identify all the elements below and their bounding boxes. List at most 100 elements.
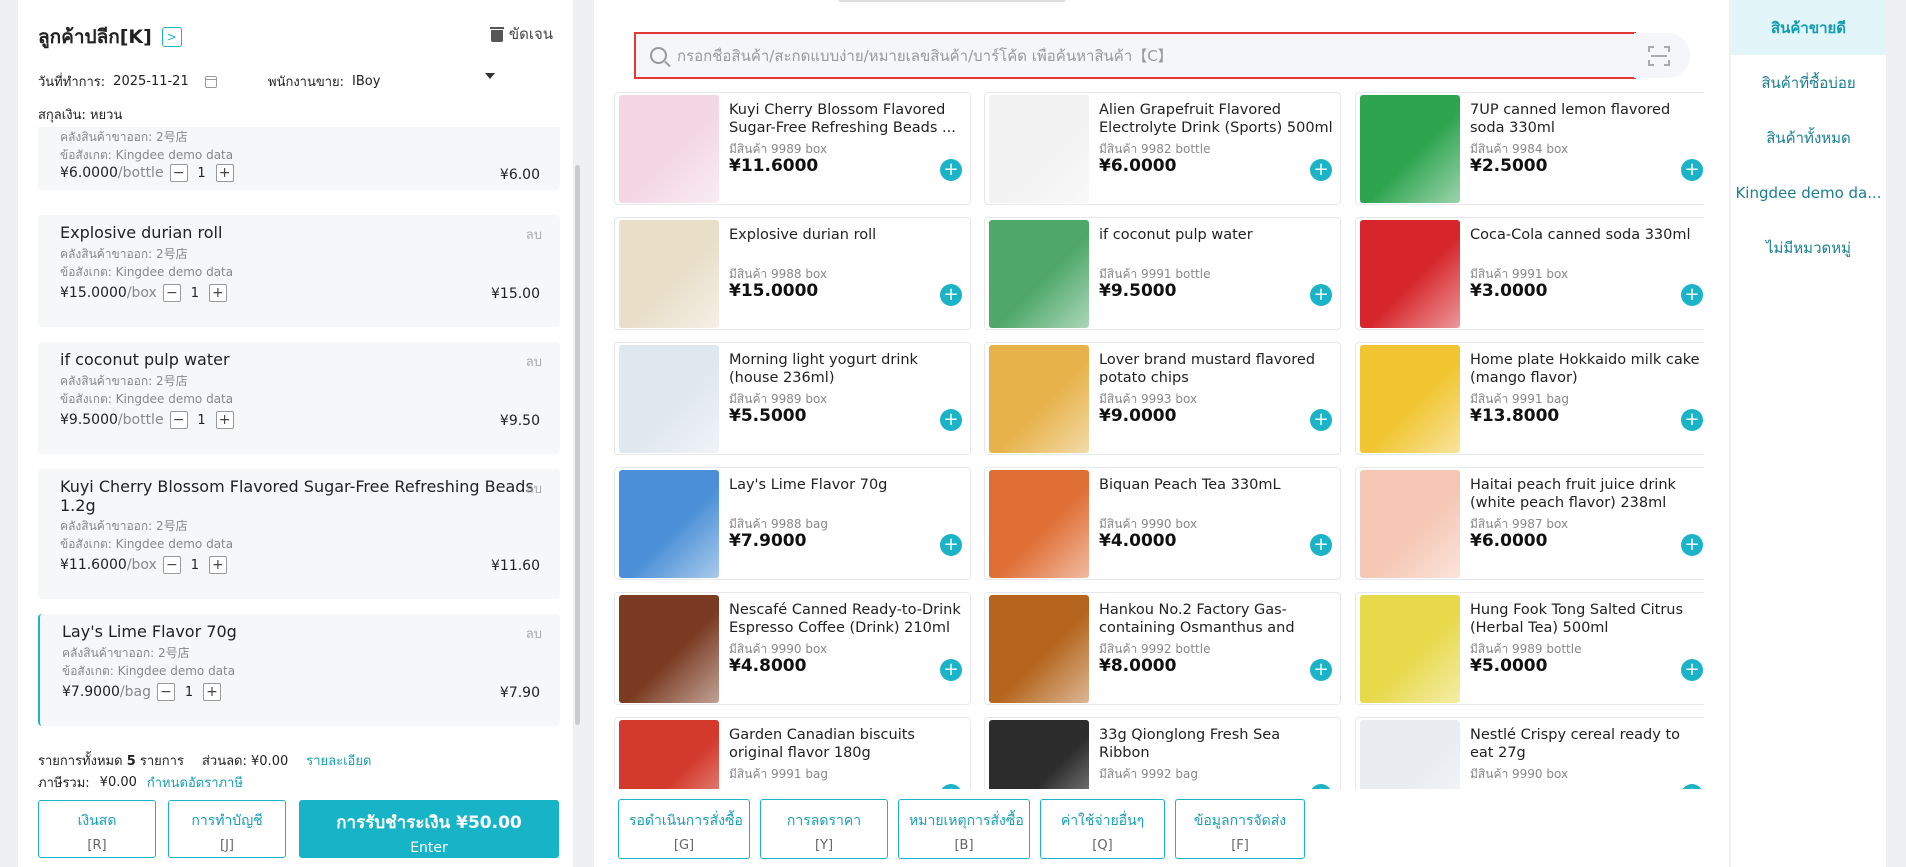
product-card[interactable]: Nescafé Canned Ready-to-Drink Espresso C… xyxy=(614,592,971,705)
add-to-cart-icon[interactable]: + xyxy=(1310,409,1332,431)
quantity-value[interactable]: 1 xyxy=(181,286,209,301)
decrease-button[interactable]: − xyxy=(169,164,188,182)
date-value[interactable]: 2025-11-21 xyxy=(113,74,189,89)
product-card[interactable]: Explosive durian roll มีสินค้า 9988 box ¥1… xyxy=(614,217,971,330)
delete-link[interactable]: ลบ xyxy=(526,623,542,644)
decrease-button[interactable]: − xyxy=(156,683,175,701)
product-card[interactable]: if coconut pulp water มีสินค้า 9991 bottl… xyxy=(984,217,1341,330)
quantity-value[interactable]: 1 xyxy=(188,166,216,181)
category-item[interactable]: Kingdee demo da... xyxy=(1731,165,1886,220)
calendar-icon[interactable] xyxy=(204,75,217,88)
scan-barcode-icon xyxy=(1648,46,1670,66)
quantity-stepper[interactable]: −1 + xyxy=(169,164,234,182)
increase-button[interactable]: + xyxy=(202,683,221,701)
decrease-button[interactable]: − xyxy=(169,411,188,429)
add-to-cart-icon[interactable]: + xyxy=(1681,284,1703,306)
account-button[interactable]: การทำบัญชี [J] xyxy=(168,800,286,858)
account-button-label: การทำบัญชี xyxy=(191,813,263,829)
product-card[interactable]: Haitai peach fruit juice drink (white pe… xyxy=(1355,467,1704,580)
product-card[interactable]: Nestlé Crispy cereal ready to eat 27g มีส… xyxy=(1355,717,1704,789)
details-link[interactable]: รายละเอียด xyxy=(306,750,371,771)
add-to-cart-icon[interactable]: + xyxy=(1681,159,1703,181)
customer-selector[interactable]: ลูกค้าปลีก[K] > xyxy=(38,22,182,52)
cart-item[interactable]: if coconut pulp water ลบ คลังสินค้าขาออก… xyxy=(38,342,560,454)
decrease-button[interactable]: − xyxy=(162,556,181,574)
add-to-cart-icon[interactable]: + xyxy=(1310,534,1332,556)
quantity-stepper[interactable]: −1 + xyxy=(162,284,227,302)
cart-item-name: Explosive durian roll xyxy=(60,223,223,242)
add-to-cart-icon[interactable]: + xyxy=(1681,659,1703,681)
product-stock: มีสินค้า 9991 bag xyxy=(729,767,828,781)
checkout-button[interactable]: การรับชำระเงิน ¥50.00 Enter xyxy=(299,800,559,858)
product-card[interactable]: Hung Fook Tong Salted Citrus (Herbal Tea… xyxy=(1355,592,1704,705)
product-card[interactable]: Lay's Lime Flavor 70g มีสินค้า 9988 bag ¥7… xyxy=(614,467,971,580)
set-tax-rate-link[interactable]: กำหนดอัตราภาษี xyxy=(147,772,243,793)
quantity-stepper[interactable]: −1 + xyxy=(156,683,221,701)
quantity-stepper[interactable]: −1 + xyxy=(169,411,234,429)
action-button[interactable]: การลดราคา [Y] xyxy=(760,799,888,859)
cart-scrollbar[interactable] xyxy=(575,165,580,725)
product-card[interactable]: 7UP canned lemon flavored soda 330ml มีสิ… xyxy=(1355,92,1704,205)
add-to-cart-icon[interactable]: + xyxy=(1681,534,1703,556)
decrease-button[interactable]: − xyxy=(162,284,181,302)
add-to-cart-icon[interactable]: + xyxy=(1310,284,1332,306)
product-card[interactable]: 33g Qionglong Fresh Sea Ribbon มีสินค้า 9… xyxy=(984,717,1341,789)
delete-link[interactable]: ลบ xyxy=(526,224,542,245)
cash-button-key: [R] xyxy=(87,838,107,853)
add-to-cart-icon[interactable]: + xyxy=(1310,784,1332,789)
cart-item[interactable]: Explosive durian roll ลบ คลังสินค้าขาออก… xyxy=(38,215,560,327)
product-card[interactable]: Morning light yogurt drink (house 236ml)… xyxy=(614,342,971,455)
product-card[interactable]: Garden Canadian biscuits original flavor… xyxy=(614,717,971,789)
product-card[interactable]: Home plate Hokkaido milk cake (mango fla… xyxy=(1355,342,1704,455)
chevron-right-icon[interactable]: > xyxy=(161,27,182,47)
category-item[interactable]: สินค้าที่ซื้อบ่อย xyxy=(1731,55,1886,110)
add-to-cart-icon[interactable]: + xyxy=(1681,784,1703,789)
product-card[interactable]: Lover brand mustard flavored potato chip… xyxy=(984,342,1341,455)
staff-value[interactable]: IBoy xyxy=(352,74,380,89)
add-to-cart-icon[interactable]: + xyxy=(940,159,962,181)
quantity-value[interactable]: 1 xyxy=(188,413,216,428)
action-button[interactable]: รอดำเนินการสั่งซื้อ [G] xyxy=(618,799,750,859)
cash-button[interactable]: เงินสด [R] xyxy=(38,800,156,858)
add-to-cart-icon[interactable]: + xyxy=(1310,159,1332,181)
cart-item[interactable]: Kuyi Cherry Blossom Flavored Sugar-Free … xyxy=(38,469,560,599)
increase-button[interactable]: + xyxy=(215,411,234,429)
increase-button[interactable]: + xyxy=(208,284,227,302)
product-price: ¥9.0000 xyxy=(1099,406,1177,426)
product-card[interactable]: Hankou No.2 Factory Gas-containing Osman… xyxy=(984,592,1341,705)
quantity-value[interactable]: 1 xyxy=(181,558,209,573)
cart-item[interactable]: Lay's Lime Flavor 70g ลบ คลังสินค้าขาออก… xyxy=(38,614,560,726)
staff-field[interactable]: พนักงานขาย: IBoy xyxy=(268,71,380,92)
product-card[interactable]: Kuyi Cherry Blossom Flavored Sugar-Free … xyxy=(614,92,971,205)
category-item[interactable]: ไม่มีหมวดหมู่ xyxy=(1731,220,1886,275)
increase-button[interactable]: + xyxy=(208,556,227,574)
increase-button[interactable]: + xyxy=(215,164,234,182)
category-item[interactable]: สินค้าทั้งหมด xyxy=(1731,110,1886,165)
add-to-cart-icon[interactable]: + xyxy=(940,534,962,556)
action-button[interactable]: ข้อมูลการจัดส่ง [F] xyxy=(1175,799,1305,859)
category-item[interactable]: สินค้าขายดี xyxy=(1731,0,1886,55)
add-to-cart-icon[interactable]: + xyxy=(940,409,962,431)
cart-item-price-row: ¥11.6000/box −1 + xyxy=(60,556,227,574)
product-card[interactable]: Coca-Cola canned soda 330ml มีสินค้า 9991… xyxy=(1355,217,1704,330)
add-to-cart-icon[interactable]: + xyxy=(940,659,962,681)
add-to-cart-icon[interactable]: + xyxy=(940,284,962,306)
quantity-value[interactable]: 1 xyxy=(175,685,203,700)
date-field[interactable]: วันที่ทำการ: 2025-11-21 xyxy=(38,71,217,92)
scan-button[interactable] xyxy=(1634,33,1690,78)
delete-link[interactable]: ลบ xyxy=(526,351,542,372)
delete-link[interactable]: ลบ xyxy=(526,478,542,499)
cart-item[interactable]: คลังสินค้าขาออก: 2号店 ข้อสังเกต: Kingdee … xyxy=(38,127,560,190)
product-card[interactable]: Biquan Peach Tea 330mL มีสินค้า 9990 box ¥… xyxy=(984,467,1341,580)
chevron-down-icon[interactable] xyxy=(485,73,495,79)
search-input[interactable] xyxy=(677,46,1577,65)
action-button[interactable]: หมายเหตุการสั่งซื้อ [B] xyxy=(898,799,1030,859)
add-to-cart-icon[interactable]: + xyxy=(940,784,962,789)
search-bar[interactable] xyxy=(634,32,1636,79)
product-card[interactable]: Alien Grapefruit Flavored Electrolyte Dr… xyxy=(984,92,1341,205)
action-button[interactable]: ค่าใช้จ่ายอื่นๆ [Q] xyxy=(1040,799,1165,859)
add-to-cart-icon[interactable]: + xyxy=(1681,409,1703,431)
quantity-stepper[interactable]: −1 + xyxy=(162,556,227,574)
add-to-cart-icon[interactable]: + xyxy=(1310,659,1332,681)
clear-cart-button[interactable]: ขัดเจน xyxy=(489,22,553,46)
